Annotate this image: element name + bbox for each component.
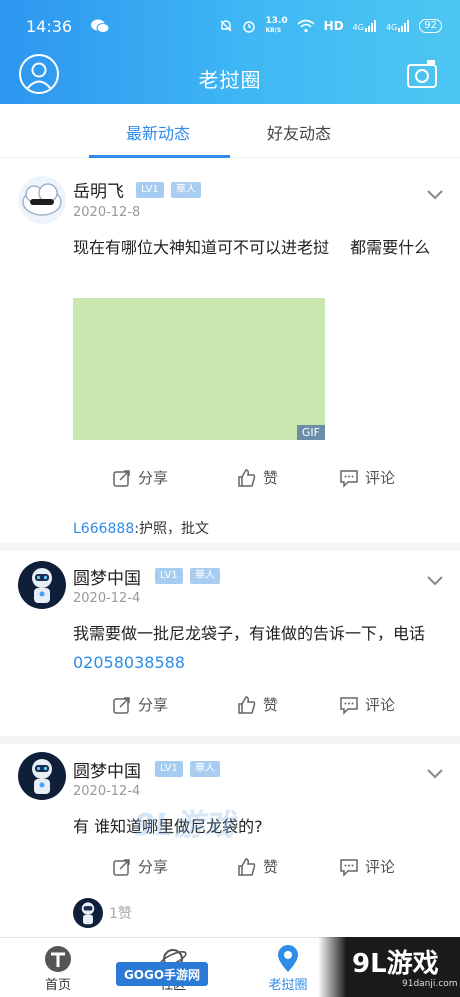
- divider: [0, 543, 460, 551]
- chevron-down-icon[interactable]: [426, 768, 444, 780]
- wifi-icon: [297, 19, 315, 33]
- thumbs-up-icon: [238, 468, 256, 487]
- post-actions: 分享 赞 评论: [0, 463, 460, 493]
- user-icon: [26, 62, 52, 90]
- comment-button[interactable]: 评论: [339, 694, 395, 715]
- signal-2: 4G: [386, 20, 410, 32]
- chevron-down-icon[interactable]: [426, 575, 444, 587]
- signal-1: 4G: [353, 20, 377, 32]
- tab-friends[interactable]: 好友动态: [267, 120, 331, 144]
- avatar[interactable]: [18, 561, 66, 609]
- share-icon: [113, 696, 130, 714]
- watermark-center: 9L游戏: [134, 808, 234, 843]
- share-button[interactable]: 分享: [112, 467, 168, 488]
- post-content: 我需要做一批尼龙袋子，有谁做的告诉一下，电话02058038588: [73, 624, 426, 672]
- title-bar: 老挝圈: [0, 52, 460, 104]
- like-button[interactable]: 赞: [237, 467, 278, 488]
- level-badge: LV1: [155, 761, 183, 777]
- post-actions: 分享 赞 评论: [0, 690, 460, 720]
- robot-avatar-icon: [18, 561, 66, 609]
- comment-icon: [340, 696, 358, 715]
- share-icon: [113, 469, 130, 487]
- nav-home[interactable]: 首页: [18, 944, 98, 993]
- comment-button[interactable]: 评论: [339, 856, 395, 877]
- home-t-icon: [45, 946, 71, 972]
- robot-avatar-icon: [73, 898, 103, 928]
- thumbs-up-icon: [238, 695, 256, 714]
- like-count: 1赞: [109, 906, 132, 922]
- comment-icon: [340, 858, 358, 877]
- wechat-icon: [91, 19, 110, 33]
- role-badge: 華人: [190, 568, 220, 584]
- location-pin-icon: [278, 945, 298, 972]
- status-time: 14:36: [26, 16, 73, 36]
- phone-link[interactable]: 02058038588: [73, 653, 185, 672]
- hd-indicator: HD: [323, 19, 344, 33]
- nav-laos-circle[interactable]: 老挝圈: [248, 944, 328, 993]
- like-button[interactable]: 赞: [237, 856, 278, 877]
- avatar[interactable]: [18, 752, 66, 800]
- post-username[interactable]: 岳明飞: [73, 177, 124, 202]
- post-username[interactable]: 圆梦中国: [73, 564, 141, 589]
- feed-tabs: 最新动态 好友动态: [0, 104, 460, 158]
- liker-avatar[interactable]: [73, 898, 103, 928]
- watermark-badge: GOGO手游网: [116, 962, 208, 986]
- post-actions: 分享 赞 评论: [0, 852, 460, 882]
- divider: [0, 736, 460, 744]
- post-date: 2020-12-4: [73, 784, 141, 799]
- tab-latest[interactable]: 最新动态: [126, 120, 190, 144]
- watermark-corner-text: 9L游戏: [352, 949, 439, 979]
- robot-avatar-icon: [18, 752, 66, 800]
- level-badge: LV1: [155, 568, 183, 584]
- avatar[interactable]: [18, 176, 66, 224]
- comment-preview: L666888:护照，批文: [73, 518, 209, 538]
- role-badge: 華人: [171, 182, 201, 198]
- user-avatar-button[interactable]: [19, 54, 59, 94]
- cloud-avatar-icon: [18, 176, 66, 224]
- post-username[interactable]: 圆梦中国: [73, 757, 141, 782]
- alarm-icon: [243, 21, 256, 33]
- share-button[interactable]: 分享: [112, 694, 168, 715]
- level-badge: LV1: [136, 182, 164, 198]
- likers-row[interactable]: 1赞: [73, 898, 132, 928]
- post-image[interactable]: GIF: [73, 298, 325, 440]
- network-speed: 13.0 KB/S: [265, 16, 288, 35]
- share-button[interactable]: 分享: [112, 856, 168, 877]
- app-header: 14:36 13.0 KB/S HD 4G 4G 92 老挝圈: [0, 0, 460, 104]
- signal-bars-icon: [364, 20, 376, 32]
- post-card: 岳明飞 LV1 華人 2020-12-8 现在有哪位大神知道可不可以进老挝 都需…: [0, 158, 460, 543]
- bell-off-icon: [220, 20, 232, 32]
- comment-text: :护照，批文: [134, 521, 209, 537]
- comment-icon: [340, 469, 358, 488]
- like-button[interactable]: 赞: [237, 694, 278, 715]
- chevron-down-icon[interactable]: [426, 189, 444, 201]
- post-card: 圆梦中国 LV1 華人 2020-12-4 我需要做一批尼龙袋子，有谁做的告诉一…: [0, 551, 460, 736]
- battery-indicator: 92: [419, 19, 442, 33]
- watermark-corner-url: 91danji.com: [402, 979, 458, 989]
- post-content: 现在有哪位大神知道可不可以进老挝 都需要什么: [73, 238, 431, 257]
- signal-bars-icon: [398, 20, 410, 32]
- thumbs-up-icon: [238, 857, 256, 876]
- camera-icon[interactable]: [406, 58, 438, 90]
- page-title: 老挝圈: [198, 67, 262, 92]
- watermark-corner: 9L游戏 91danji.com: [318, 937, 460, 997]
- share-icon: [113, 858, 130, 876]
- post-content: 有 谁知道哪里做尼龙袋的?: [73, 817, 263, 836]
- role-badge: 華人: [190, 761, 220, 777]
- post-date: 2020-12-8: [73, 205, 141, 220]
- gif-tag: GIF: [296, 425, 325, 440]
- comment-user[interactable]: L666888: [73, 521, 134, 537]
- post-date: 2020-12-4: [73, 591, 141, 606]
- comment-button[interactable]: 评论: [339, 467, 395, 488]
- status-bar: 14:36 13.0 KB/S HD 4G 4G 92: [0, 0, 460, 52]
